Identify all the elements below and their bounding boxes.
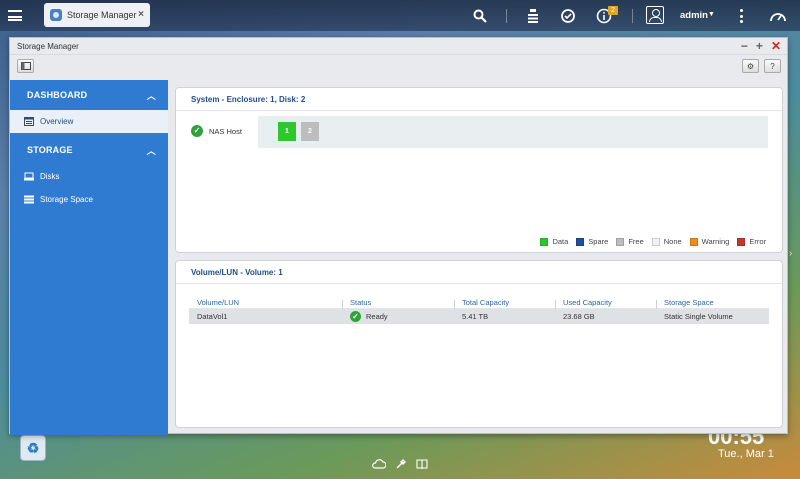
maximize-icon[interactable]: +: [756, 39, 763, 53]
user-name[interactable]: admin: [680, 10, 708, 21]
sidebar-item-label: Overview: [40, 117, 74, 126]
check-icon: ✓: [191, 125, 203, 137]
status-text: Ready: [366, 312, 388, 321]
chevron-up-icon[interactable]: ︿: [147, 144, 156, 157]
legend-swatch: [576, 237, 585, 246]
storage-manager-icon: [50, 9, 62, 21]
toggle-sidebar-button[interactable]: [17, 59, 34, 73]
cell-status: ✓ Ready: [342, 311, 454, 322]
system-panel: System - Enclosure: 1, Disk: 2 ✓ NAS Hos…: [175, 87, 783, 253]
panel-layout-icon: [20, 62, 31, 70]
hamburger-icon: [8, 10, 22, 21]
legend-item-none: None: [651, 237, 682, 246]
table-header: Volume/LUN Status Total Capacity Used Ca…: [189, 296, 769, 309]
sidebar-item-label: Storage Space: [40, 195, 93, 204]
legend-label: Data: [552, 237, 569, 246]
sidebar-section-dashboard[interactable]: DASHBOARD ︿: [10, 80, 168, 110]
system-panel-title: System - Enclosure: 1, Disk: 2: [176, 88, 782, 111]
cell-storage-space: Static Single Volume: [664, 312, 733, 321]
sync-icon[interactable]: [558, 6, 578, 26]
legend-item-spare: Spare: [576, 237, 608, 246]
legend-label: Warning: [701, 237, 730, 246]
sidebar-section-storage[interactable]: STORAGE ︿: [10, 135, 168, 165]
recycle-bin-icon[interactable]: ♻: [20, 435, 46, 461]
cell-volume: DataVol1: [197, 312, 228, 321]
legend-item-free: Free: [616, 237, 644, 246]
legend-item-data: Data: [540, 237, 568, 246]
book-icon[interactable]: [415, 458, 429, 470]
legend-swatch: [689, 237, 698, 246]
disk-status-legend: Data Spare Free None Warning Error: [540, 237, 766, 246]
main-menu-button[interactable]: [0, 0, 30, 31]
sidebar: DASHBOARD ︿ Overview STORAGE ︿ Disks Sto…: [10, 80, 168, 435]
user-avatar-icon[interactable]: [646, 6, 664, 24]
app-tab-storage-manager[interactable]: Storage Manager ×: [44, 3, 150, 27]
sidebar-section-label: DASHBOARD: [27, 90, 88, 100]
notification-badge: 2: [608, 6, 618, 15]
help-button[interactable]: ?: [764, 59, 781, 73]
nas-host-text: NAS Host: [209, 126, 242, 136]
legend-item-error: Error: [737, 237, 766, 246]
chevron-right-icon[interactable]: ›: [789, 248, 792, 259]
search-icon[interactable]: [470, 6, 490, 26]
table-row[interactable]: DataVol1 ✓ Ready 5.41 TB 23.68 GB Static…: [189, 309, 769, 324]
legend-swatch: [651, 237, 660, 246]
sidebar-item-label: Disks: [40, 172, 60, 181]
legend-label: Error: [749, 237, 766, 246]
settings-button[interactable]: ⚙: [742, 59, 759, 73]
cell-used-capacity: 23.68 GB: [563, 312, 595, 321]
check-icon: ✓: [350, 311, 361, 322]
tab-close-icon[interactable]: ×: [138, 9, 144, 20]
window-toolbar: ⚙ ?: [10, 54, 787, 78]
legend-swatch: [616, 237, 625, 246]
column-header-used-capacity[interactable]: Used Capacity: [555, 298, 656, 309]
background-tasks-icon[interactable]: [523, 6, 543, 26]
column-header-volume[interactable]: Volume/LUN: [189, 298, 342, 307]
taskbar: Storage Manager × 2 admin ▼: [0, 0, 800, 31]
disk-slot-2[interactable]: 2: [301, 122, 319, 141]
legend-label: Spare: [588, 237, 609, 246]
tools-icon[interactable]: [394, 458, 408, 470]
column-header-storage-space[interactable]: Storage Space: [656, 298, 769, 309]
nas-host-label: ✓ NAS Host: [191, 125, 242, 137]
disk-icon: [24, 172, 34, 181]
chevron-up-icon[interactable]: ︿: [147, 89, 156, 102]
volume-panel: Volume/LUN - Volume: 1 Volume/LUN Status…: [175, 260, 783, 428]
gear-icon: ⚙: [746, 61, 755, 71]
help-icon: ?: [770, 61, 775, 71]
app-tab-label: Storage Manager: [67, 10, 137, 20]
legend-swatch: [737, 237, 746, 246]
divider: [506, 9, 507, 23]
legend-label: None: [663, 237, 682, 246]
dashboard-gauge-icon[interactable]: [768, 6, 788, 26]
overview-icon: [24, 117, 34, 126]
sidebar-item-disks[interactable]: Disks: [10, 165, 168, 188]
close-icon[interactable]: ✕: [771, 39, 781, 53]
sidebar-item-storage-space[interactable]: Storage Space: [10, 188, 168, 211]
column-header-status[interactable]: Status: [342, 298, 454, 309]
more-options-icon[interactable]: [740, 9, 744, 23]
sidebar-item-overview[interactable]: Overview: [10, 110, 168, 133]
legend-swatch: [540, 237, 549, 246]
disk-slot-1[interactable]: 1: [278, 122, 296, 141]
column-header-total-capacity[interactable]: Total Capacity: [454, 298, 555, 309]
divider: [632, 9, 633, 23]
storage-space-icon: [24, 195, 34, 204]
cloud-icon[interactable]: [372, 458, 386, 470]
chevron-down-icon[interactable]: ▼: [708, 11, 715, 18]
window-controls: − + ✕: [741, 39, 781, 53]
cell-total-capacity: 5.41 TB: [462, 312, 489, 321]
window-title: Storage Manager: [17, 42, 79, 51]
enclosure-disk-row: 1 2: [258, 116, 768, 148]
desktop-date: Tue., Mar 1: [718, 448, 774, 460]
volume-table: Volume/LUN Status Total Capacity Used Ca…: [189, 296, 769, 324]
volume-panel-title: Volume/LUN - Volume: 1: [176, 261, 782, 284]
minimize-icon[interactable]: −: [741, 39, 748, 53]
legend-label: Free: [628, 237, 644, 246]
storage-manager-window: Storage Manager − + ✕ ⚙ ? DASHBOARD ︿ Ov…: [9, 37, 788, 435]
legend-item-warning: Warning: [689, 237, 730, 246]
sidebar-section-label: STORAGE: [27, 145, 73, 155]
